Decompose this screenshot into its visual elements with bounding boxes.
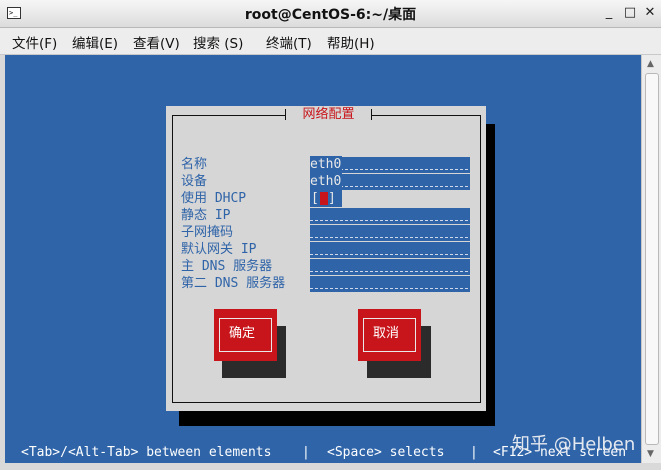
field-underline <box>310 220 468 221</box>
status-separator: | <box>470 445 478 460</box>
label-secondary-dns: 第二 DNS 服务器 <box>181 276 286 291</box>
menu-terminal[interactable]: 终端(T) <box>266 32 312 52</box>
cancel-button[interactable]: 取消 <box>358 309 421 361</box>
label-primary-dns: 主 DNS 服务器 <box>181 259 273 274</box>
scroll-down-icon[interactable]: ▼ <box>647 449 654 459</box>
window-border-bottom <box>0 463 661 470</box>
menu-file[interactable]: 文件(F) <box>12 32 57 52</box>
ok-button[interactable]: 确定 <box>214 309 277 361</box>
close-icon[interactable]: ✕ <box>643 5 657 20</box>
menu-help[interactable]: 帮助(H) <box>327 32 375 52</box>
scroll-up-icon[interactable]: ▲ <box>647 59 654 69</box>
watermark: 知乎 @Helben <box>512 434 636 455</box>
menu-search[interactable]: 搜索 (S) <box>193 32 243 52</box>
minimize-icon[interactable]: _ <box>602 5 616 20</box>
scrollbar-thumb[interactable] <box>645 73 659 445</box>
window-title: root@CentOS-6:~/桌面 <box>244 7 417 23</box>
status-separator: | <box>302 445 310 460</box>
label-name: 名称 <box>181 157 208 172</box>
field-underline <box>310 271 468 272</box>
gateway-field[interactable] <box>310 242 470 258</box>
field-underline <box>310 288 468 289</box>
field-underline <box>310 254 468 255</box>
label-static-ip: 静态 IP <box>181 208 231 223</box>
menu-edit[interactable]: 编辑(E) <box>72 32 118 52</box>
primary-dns-field[interactable] <box>310 259 470 275</box>
scrollbar[interactable]: ▲ ▼ <box>641 55 661 463</box>
netmask-field[interactable] <box>310 225 470 241</box>
label-use-dhcp: 使用 DHCP <box>181 191 247 206</box>
checkbox-bracket-right: ] <box>328 191 336 206</box>
name-field[interactable]: eth0 <box>310 156 470 173</box>
use-dhcp-checkbox[interactable]: [ ] <box>310 190 342 207</box>
maximize-icon[interactable]: □ <box>623 5 637 20</box>
static-ip-field[interactable] <box>310 208 470 224</box>
field-underline <box>310 237 468 238</box>
ok-button-label: 确定 <box>219 318 272 352</box>
cancel-button-label: 取消 <box>363 318 416 352</box>
text-cursor <box>320 192 328 205</box>
label-gateway: 默认网关 IP <box>181 242 257 257</box>
label-netmask: 子网掩码 <box>181 225 234 240</box>
menu-view[interactable]: 查看(V) <box>133 32 180 52</box>
device-value: eth0 <box>310 173 343 190</box>
menubar: 文件(F) 编辑(E) 查看(V) 搜索 (S) 终端(T) 帮助(H) <box>0 28 661 55</box>
status-tab-hint: <Tab>/<Alt-Tab> between elements <box>21 445 272 460</box>
status-space-hint: <Space> selects <box>327 445 445 460</box>
device-field[interactable]: eth0 <box>310 173 470 190</box>
window-titlebar[interactable]: >_ root@CentOS-6:~/桌面 _ □ ✕ <box>0 0 661 28</box>
secondary-dns-field[interactable] <box>310 276 470 292</box>
checkbox-bracket-left: [ <box>311 191 319 206</box>
dialog-title: 网络配置 <box>285 106 372 124</box>
label-device: 设备 <box>181 174 208 189</box>
name-value: eth0 <box>310 156 343 173</box>
